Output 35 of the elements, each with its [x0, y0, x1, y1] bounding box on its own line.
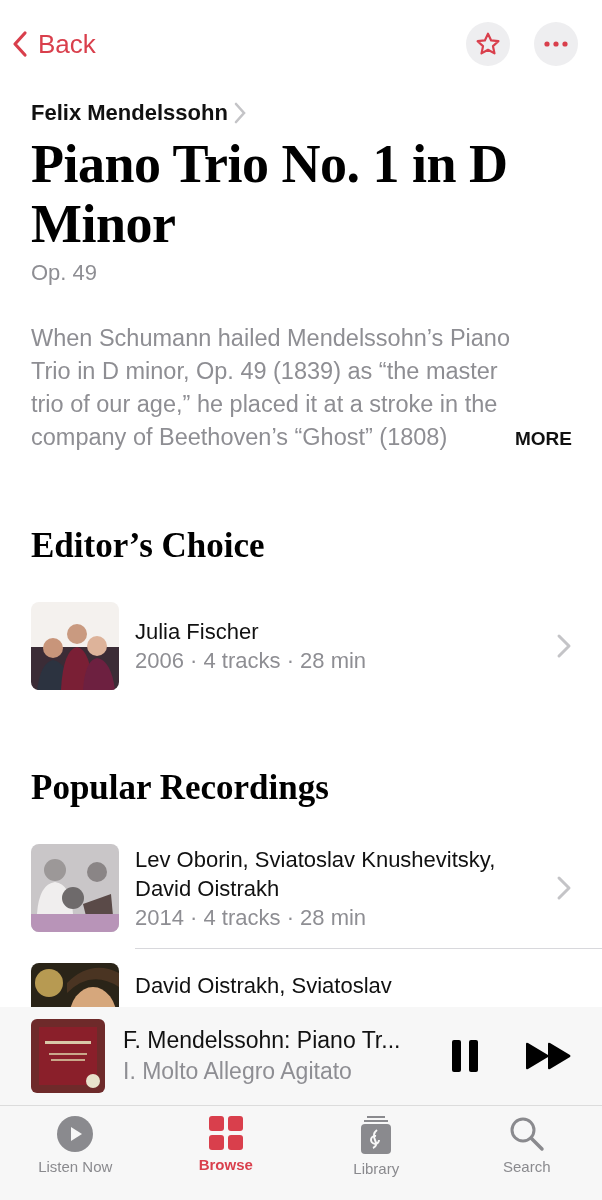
ellipsis-icon: [544, 41, 568, 47]
work-title: Piano Trio No. 1 in D Minor: [31, 134, 509, 254]
section-heading: Editor’s Choice: [31, 526, 266, 566]
section-heading: Popular Recordings: [31, 768, 330, 808]
music-stack-icon: [361, 1116, 392, 1154]
recording-artist: Lev Oborin, Sviatoslav Knushevitsky, David Oistrakh: [135, 845, 497, 903]
tab-bar-item[interactable]: Browse: [150, 1106, 301, 1200]
play-circle-icon: [57, 1116, 94, 1152]
chevron-right-icon: [556, 633, 572, 659]
recording-details: 2014 · 4 tracks · 28 min: [135, 903, 368, 932]
now-playing-title: F. Mendelssohn: Piano Tr...: [123, 1027, 402, 1054]
work-description: When Schumann hailed Mendelssohn’s Piano Trio in D minor, Op. 49 (1839) as “the master trio of our age,” he placed it at a stroke in the company of Beethoven’s “Ghost” (1808): [31, 324, 511, 452]
chevron-right-icon: [233, 102, 246, 124]
forward-button[interactable]: [526, 1042, 572, 1070]
chevron-left-icon: [12, 30, 28, 58]
opus-number: Op. 49: [31, 260, 99, 286]
recording-artist: David Oistrakh, Sviatoslav: [135, 972, 393, 1000]
more-link[interactable]: MORE: [515, 428, 572, 454]
chevron-right-icon: [556, 875, 572, 901]
pause-icon: [452, 1040, 478, 1072]
mini-player[interactable]: F. Mendelssohn: Piano Tr... I. Molto Allegro Agitato: [0, 1007, 602, 1106]
back-button[interactable]: Back: [12, 28, 96, 60]
recording-row[interactable]: Julia Fischer 2006 · 4 tracks · 28 min: [31, 596, 602, 696]
star-icon: [475, 31, 501, 57]
more-button[interactable]: [534, 22, 578, 66]
fast-forward-icon: [526, 1042, 572, 1070]
recording-artist: Julia Fischer: [135, 618, 260, 646]
recording-details: 2006 · 4 tracks · 28 min: [135, 647, 368, 675]
favorite-button[interactable]: [466, 22, 510, 66]
pause-button[interactable]: [452, 1040, 478, 1072]
grid-icon: [208, 1116, 243, 1150]
now-playing-subtitle: I. Molto Allegro Agitato: [123, 1058, 353, 1085]
composer-link[interactable]: Felix Mendelssohn: [31, 100, 246, 126]
recording-row[interactable]: Lev Oborin, Sviatoslav Knushevitsky, David Oistrakh 2014 · 4 tracks · 28 min: [31, 838, 602, 938]
search-icon: [508, 1116, 545, 1152]
